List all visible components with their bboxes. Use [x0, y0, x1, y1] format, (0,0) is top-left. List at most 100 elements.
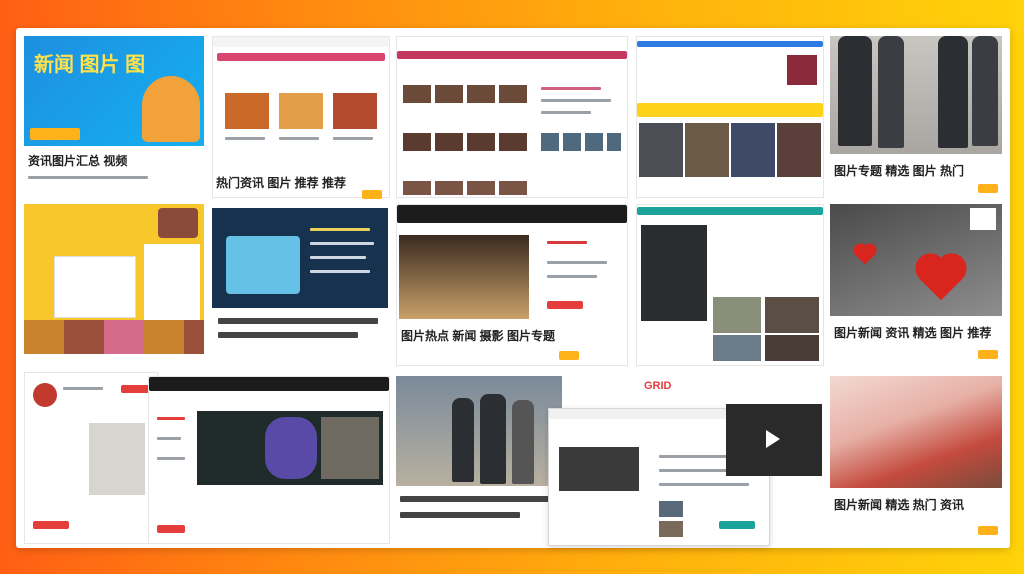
text-line — [218, 318, 378, 324]
profile-logo — [33, 383, 57, 407]
photo — [731, 123, 775, 177]
action-button[interactable] — [547, 301, 583, 309]
more-button[interactable] — [978, 350, 998, 359]
text-line — [547, 275, 597, 278]
photo-grid-row — [541, 133, 621, 151]
text-line — [541, 87, 601, 90]
teal-button[interactable] — [719, 521, 755, 529]
thumbnail-1[interactable]: 新闻 图片 图 资讯图片汇总 视频 — [24, 36, 204, 196]
text-line — [400, 496, 550, 502]
thumbnail-logo: GRID — [644, 380, 672, 392]
shop-photo — [399, 235, 529, 319]
caption-line — [28, 176, 148, 179]
top-nav — [213, 37, 389, 47]
play-icon[interactable] — [766, 430, 780, 448]
more-button[interactable] — [559, 351, 579, 360]
more-button[interactable] — [978, 184, 998, 193]
dark-header — [397, 205, 627, 223]
thumbnail-5[interactable]: 图片专题 精选 图片 热门 — [830, 36, 1002, 196]
dark-header — [149, 377, 389, 391]
pink-header — [397, 51, 627, 59]
text-line — [333, 137, 373, 140]
header-photo — [787, 55, 817, 85]
info-card — [226, 236, 300, 294]
text-line — [279, 137, 319, 140]
person — [938, 36, 968, 148]
text-line — [157, 417, 185, 420]
illustration — [830, 376, 1002, 488]
photo — [321, 417, 379, 479]
text-line — [547, 261, 607, 264]
yellow-bar — [637, 103, 823, 117]
list-thumb — [659, 501, 683, 517]
avatar — [158, 208, 198, 238]
video-frame — [559, 447, 639, 491]
text-line — [659, 483, 749, 486]
red-button[interactable] — [157, 525, 185, 533]
red-tab[interactable] — [121, 385, 149, 393]
thumbnail-8[interactable]: 图片热点 新闻 摄影 图片专题 — [396, 204, 628, 366]
text-line — [218, 332, 358, 338]
thumbnail-2[interactable] — [212, 36, 390, 198]
photo-grid-row — [403, 85, 531, 103]
thumbnail-caption: 热门资讯 图片 推荐 推荐 — [216, 176, 347, 190]
text-line — [310, 242, 374, 245]
text-line — [310, 228, 370, 231]
text-line — [541, 99, 611, 102]
blue-header — [637, 41, 823, 47]
food-photo — [279, 93, 323, 129]
building-photo — [89, 423, 145, 495]
thumbnail-9[interactable] — [636, 204, 824, 366]
photo — [777, 123, 821, 177]
list-thumb — [659, 521, 683, 537]
text-line — [63, 387, 103, 390]
banner-figure — [142, 76, 200, 142]
teal-header — [637, 207, 823, 215]
photo — [685, 123, 729, 177]
photo — [639, 123, 683, 177]
photo-strip — [24, 320, 204, 354]
photo-grid-row — [403, 133, 531, 151]
text-line — [310, 270, 370, 273]
photo — [765, 297, 819, 333]
thumbnail-caption: 图片新闻 资讯 精选 图片 推荐 — [834, 326, 992, 340]
food-photo — [333, 93, 377, 129]
thumbnail-caption: 图片新闻 精选 热门 资讯 — [834, 498, 965, 512]
white-card — [54, 256, 136, 318]
thumbnail-11[interactable] — [24, 372, 158, 544]
photo-grid-row — [403, 181, 531, 195]
text-line — [157, 437, 181, 440]
person — [480, 394, 506, 484]
text-line — [541, 111, 591, 114]
thumbnail-6[interactable] — [24, 204, 204, 354]
text-line — [547, 241, 587, 244]
thumbnail-7[interactable] — [212, 208, 388, 354]
thumbnail-4[interactable] — [636, 36, 824, 198]
person — [838, 36, 872, 146]
more-button[interactable] — [362, 190, 382, 199]
banner-text: 新闻 图片 图 — [34, 54, 146, 76]
dark-poster — [641, 225, 707, 321]
person — [452, 398, 474, 482]
thumbnail-13[interactable] — [396, 376, 562, 542]
text-line — [225, 137, 265, 140]
red-button[interactable] — [33, 521, 69, 529]
text-line — [157, 457, 185, 460]
food-photo — [225, 93, 269, 129]
person — [972, 36, 998, 146]
photo — [713, 297, 761, 333]
thumbnail-15[interactable]: 图片新闻 精选 热门 资讯 — [830, 376, 1002, 542]
more-button[interactable] — [978, 526, 998, 535]
thumbnail-12[interactable] — [148, 376, 390, 544]
pink-header — [217, 53, 385, 61]
person — [878, 36, 904, 148]
thumbnail-3[interactable] — [396, 36, 628, 198]
logo-box — [970, 208, 996, 230]
banner-button[interactable] — [30, 128, 80, 140]
person — [512, 400, 534, 484]
thumbnail-caption: 资讯图片汇总 视频 — [28, 154, 128, 168]
street-photo — [396, 376, 562, 486]
thumbnail-10[interactable]: 图片新闻 资讯 精选 图片 推荐 — [830, 204, 1002, 364]
purple-photo — [265, 417, 317, 479]
text-line — [400, 512, 520, 518]
